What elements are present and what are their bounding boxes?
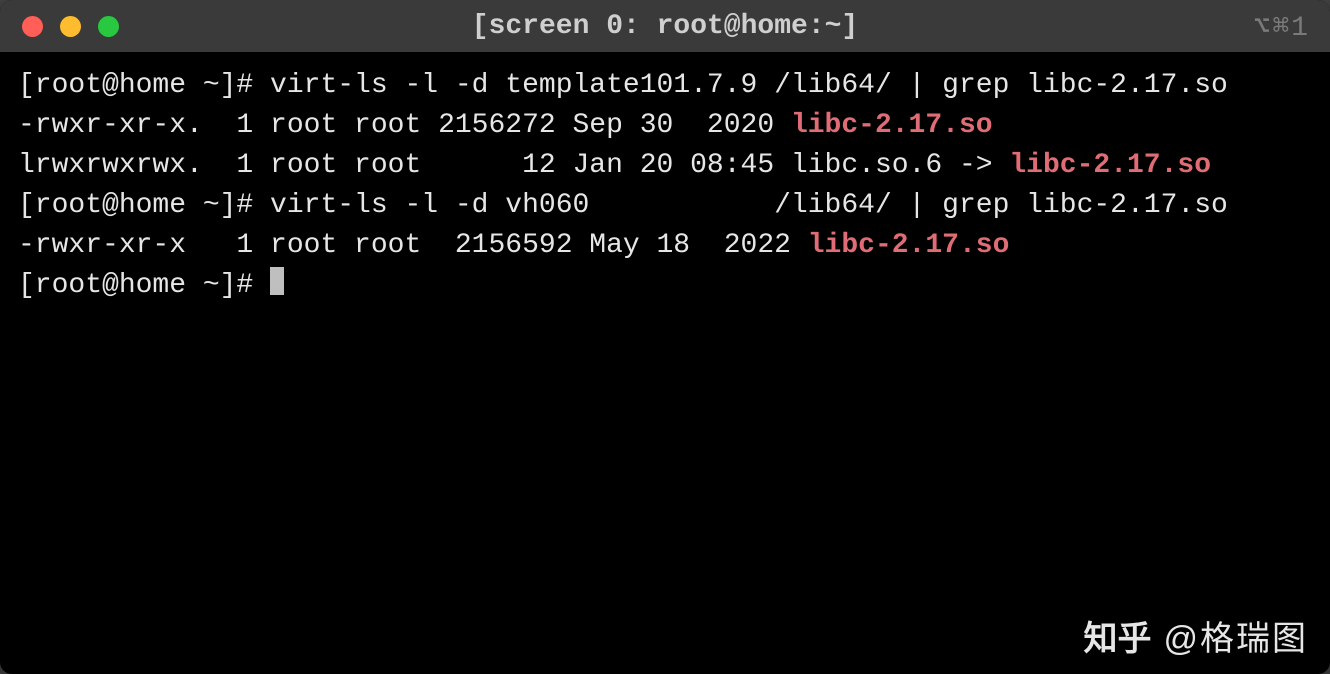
prompt: [root@home ~]# — [18, 70, 270, 101]
highlight-text: libc-2.17.so — [1009, 150, 1211, 181]
window-controls — [0, 16, 119, 37]
output-text: lrwxrwxrwx. 1 root root 12 Jan 20 08:45 … — [18, 150, 1009, 181]
terminal-line: -rwxr-xr-x. 1 root root 2156272 Sep 30 2… — [18, 106, 1312, 146]
prompt: [root@home ~]# — [18, 190, 270, 221]
terminal-line: [root@home ~]# virt-ls -l -d vh060 /lib6… — [18, 186, 1312, 226]
cursor-icon — [270, 267, 284, 295]
zhihu-logo-icon: 知乎 — [1083, 611, 1151, 660]
titlebar: [screen 0: root@home:~] ⌥⌘1 — [0, 0, 1330, 52]
terminal-window: [screen 0: root@home:~] ⌥⌘1 [root@home ~… — [0, 0, 1330, 674]
output-text: -rwxr-xr-x. 1 root root 2156272 Sep 30 2… — [18, 110, 791, 141]
terminal-body[interactable]: [root@home ~]# virt-ls -l -d template101… — [0, 52, 1330, 306]
terminal-line: -rwxr-xr-x 1 root root 2156592 May 18 20… — [18, 226, 1312, 266]
window-title: [screen 0: root@home:~] — [0, 11, 1330, 42]
close-icon[interactable] — [22, 16, 43, 37]
zoom-icon[interactable] — [98, 16, 119, 37]
watermark-author: @格瑞图 — [1163, 611, 1308, 660]
highlight-text: libc-2.17.so — [808, 230, 1010, 261]
prompt: [root@home ~]# — [18, 270, 270, 301]
command-text: virt-ls -l -d vh060 /lib64/ | grep libc-… — [270, 190, 1228, 221]
minimize-icon[interactable] — [60, 16, 81, 37]
terminal-line: [root@home ~]# — [18, 266, 1312, 306]
terminal-line: [root@home ~]# virt-ls -l -d template101… — [18, 66, 1312, 106]
watermark: 知乎 @格瑞图 — [1083, 611, 1308, 660]
command-text: virt-ls -l -d template101.7.9 /lib64/ | … — [270, 70, 1228, 101]
window-shortcut-indicator: ⌥⌘1 — [1253, 9, 1310, 44]
output-text: -rwxr-xr-x 1 root root 2156592 May 18 20… — [18, 230, 808, 261]
highlight-text: libc-2.17.so — [791, 110, 993, 141]
terminal-line: lrwxrwxrwx. 1 root root 12 Jan 20 08:45 … — [18, 146, 1312, 186]
